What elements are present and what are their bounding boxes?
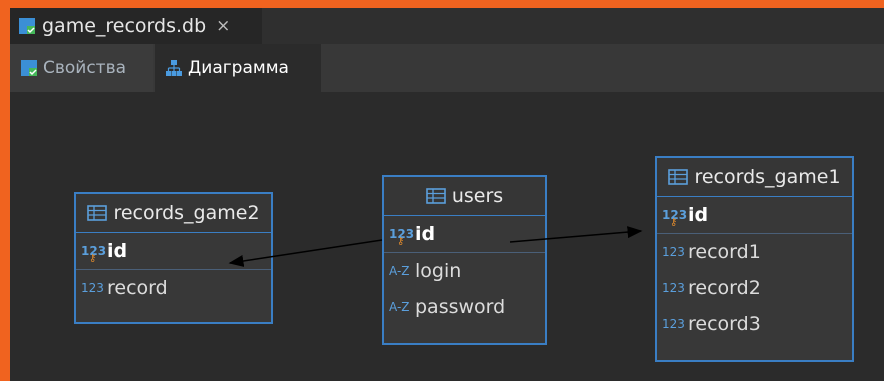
- database-icon: [19, 18, 35, 34]
- tab-properties-label: Свойства: [43, 58, 127, 78]
- properties-icon: [21, 60, 37, 76]
- tab-properties[interactable]: Свойства: [10, 44, 153, 92]
- close-icon[interactable]: ×: [216, 16, 230, 36]
- tab-diagram[interactable]: Диаграмма: [155, 44, 321, 92]
- editor-subtabs: Свойства Диаграмма: [10, 44, 884, 92]
- file-tab-title: game_records.db: [42, 15, 207, 37]
- relationship-arrows: [228, 226, 643, 267]
- file-tab-game-records[interactable]: game_records.db ×: [10, 8, 262, 44]
- relation-users-to-records-game2: [228, 239, 383, 267]
- tab-diagram-label: Диаграмма: [188, 58, 289, 78]
- editor-tab-strip: game_records.db ×: [10, 8, 884, 45]
- editor-window: game_records.db × Свойства Диаграмма rec…: [10, 8, 884, 381]
- diagram-icon: [166, 60, 182, 76]
- diagram-canvas[interactable]: records_game2 123 ⚷ id 123 record users 1: [10, 92, 884, 381]
- relation-users-to-records-game1: [509, 226, 643, 243]
